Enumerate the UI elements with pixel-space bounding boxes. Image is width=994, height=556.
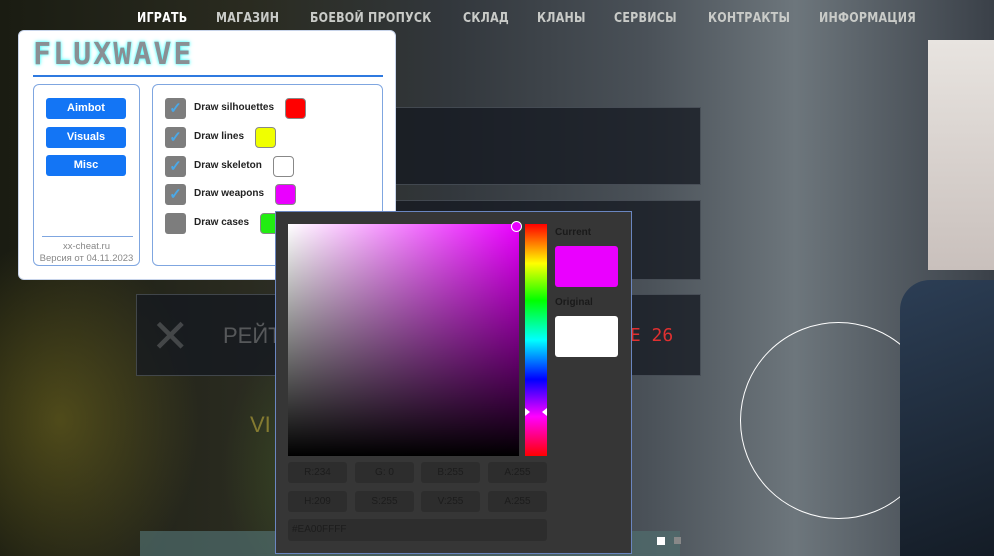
hue-input[interactable]: H:209 — [288, 491, 347, 512]
saturation-input[interactable]: S:255 — [355, 491, 414, 512]
top-nav: ИГРАТЬ МАГАЗИН БОЕВОЙ ПРОПУСК СКЛАД КЛАН… — [0, 11, 994, 29]
checkbox-cases[interactable] — [165, 213, 186, 234]
nav-shop[interactable]: МАГАЗИН — [216, 11, 279, 26]
tab-aimbot[interactable]: Aimbot — [46, 98, 126, 119]
hue-handle-left[interactable] — [525, 408, 530, 416]
checkbox-weapons[interactable]: ✓ — [165, 184, 186, 205]
hue-handle-right[interactable] — [542, 408, 547, 416]
option-label: Draw weapons — [194, 188, 265, 199]
divider — [42, 236, 133, 237]
game-panel[interactable] — [380, 107, 701, 185]
banner — [928, 40, 994, 270]
rating-text: РЕЙТ — [223, 323, 282, 348]
value-input[interactable]: V:255 — [421, 491, 480, 512]
original-color-preview[interactable] — [555, 316, 618, 357]
nav-inventory[interactable]: СКЛАД — [463, 11, 509, 26]
player-model — [900, 280, 994, 556]
checkbox-lines[interactable]: ✓ — [165, 127, 186, 148]
color-swatch-silhouettes[interactable] — [285, 98, 306, 119]
hex-input[interactable]: #EA00FFFF — [288, 519, 547, 541]
nav-contracts[interactable]: КОНТРАКТЫ — [708, 11, 790, 26]
option-label: Draw lines — [194, 131, 245, 142]
nav-play[interactable]: ИГРАТЬ — [137, 11, 187, 26]
page-dot-active[interactable] — [657, 537, 665, 545]
logo: FLUXWAVE — [33, 37, 194, 72]
alpha-input-hsv[interactable]: A:255 — [488, 491, 547, 512]
version-text: Версия от 04.11.2023 — [39, 253, 134, 264]
rating-emblem-icon: ✕ — [151, 310, 190, 362]
green-input[interactable]: G: 0 — [355, 462, 414, 483]
blue-input[interactable]: B:255 — [421, 462, 480, 483]
color-swatch-skeleton[interactable] — [273, 156, 294, 177]
option-label: Draw cases — [194, 217, 250, 228]
saturation-value-area[interactable] — [288, 224, 519, 456]
original-label: Original — [555, 297, 593, 308]
tab-visuals[interactable]: Visuals — [46, 127, 126, 148]
red-input[interactable]: R:234 — [288, 462, 347, 483]
option-label: Draw silhouettes — [194, 102, 275, 113]
page-dot[interactable] — [674, 537, 681, 544]
current-label: Current — [555, 227, 592, 238]
tab-panel: Aimbot Visuals Misc xx-cheat.ru Версия о… — [33, 84, 140, 266]
color-swatch-weapons[interactable] — [275, 184, 296, 205]
color-picker: Current Original R:234 G: 0 B:255 A:255 … — [275, 211, 632, 554]
color-swatch-lines[interactable] — [255, 127, 276, 148]
sv-handle[interactable] — [511, 221, 522, 232]
alpha-input[interactable]: A:255 — [488, 462, 547, 483]
current-color-preview — [555, 246, 618, 287]
nav-services[interactable]: СЕРВИСЫ — [614, 11, 677, 26]
nav-info[interactable]: ИНФОРМАЦИЯ — [819, 11, 916, 26]
vip-text: VI — [250, 412, 271, 437]
nav-clans[interactable]: КЛАНЫ — [537, 11, 586, 26]
site-text: xx-cheat.ru — [63, 241, 110, 252]
checkbox-skeleton[interactable]: ✓ — [165, 156, 186, 177]
checkbox-silhouettes[interactable]: ✓ — [165, 98, 186, 119]
option-label: Draw skeleton — [194, 160, 262, 171]
hue-slider[interactable] — [525, 224, 547, 456]
divider — [33, 75, 383, 77]
nav-battlepass[interactable]: БОЕВОЙ ПРОПУСК — [310, 11, 431, 26]
tab-misc[interactable]: Misc — [46, 155, 126, 176]
